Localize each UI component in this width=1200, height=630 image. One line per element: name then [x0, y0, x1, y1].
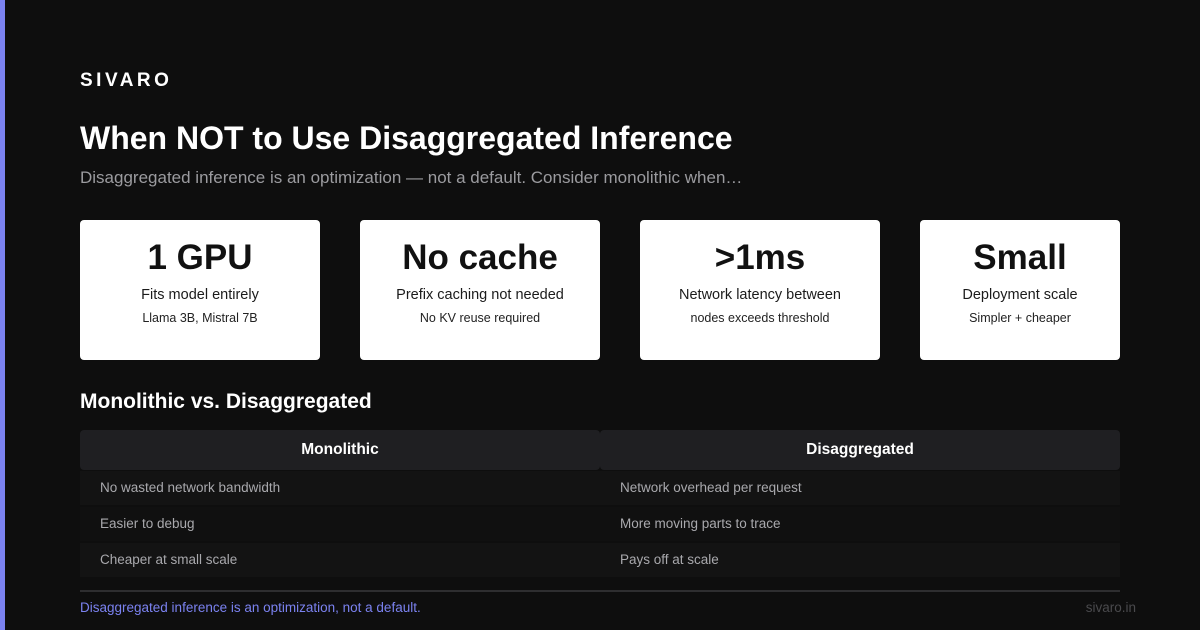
card-value: >1ms: [714, 238, 806, 277]
card-value: No cache: [402, 238, 558, 277]
table-cell: More moving parts to trace: [600, 507, 1120, 541]
table-cell: Easier to debug: [80, 507, 600, 541]
card-value: Small: [973, 238, 1067, 277]
card-note: Llama 3B, Mistral 7B: [142, 311, 258, 325]
card-value: 1 GPU: [147, 238, 253, 277]
footer-note: Disaggregated inference is an optimizati…: [80, 600, 421, 615]
criteria-card-gpu: 1 GPU Fits model entirely Llama 3B, Mist…: [80, 220, 320, 360]
card-note: Simpler + cheaper: [969, 311, 1071, 325]
card-label: Fits model entirely: [141, 287, 259, 303]
brand-logo: SIVARO: [80, 70, 173, 91]
accent-bar: [0, 0, 5, 630]
criteria-card-latency: >1ms Network latency between nodes excee…: [640, 220, 880, 360]
criteria-cards: 1 GPU Fits model entirely Llama 3B, Mist…: [80, 220, 1120, 360]
card-note: No KV reuse required: [419, 311, 541, 325]
card-label: Network latency between: [679, 287, 841, 303]
page-subtitle: Disaggregated inference is an optimizati…: [80, 168, 743, 187]
card-note: nodes exceeds threshold: [690, 311, 830, 325]
criteria-card-scale: Small Deployment scale Simpler + cheaper: [920, 220, 1120, 360]
table-cell: Network overhead per request: [600, 471, 1120, 505]
column-header-monolithic: Monolithic: [80, 430, 600, 470]
table-cell: Pays off at scale: [600, 543, 1120, 577]
table-cell: Cheaper at small scale: [80, 543, 600, 577]
card-label: Deployment scale: [962, 287, 1078, 303]
table-cell: No wasted network bandwidth: [80, 471, 600, 505]
criteria-card-cache: No cache Prefix caching not needed No KV…: [360, 220, 600, 360]
column-header-disaggregated: Disaggregated: [600, 430, 1120, 470]
footer-domain: sivaro.in: [1085, 600, 1136, 615]
card-label: Prefix caching not needed: [396, 287, 564, 303]
comparison-heading: Monolithic vs. Disaggregated: [80, 390, 372, 413]
footer-divider: [80, 590, 1120, 592]
page-title: When NOT to Use Disaggregated Inference: [80, 120, 733, 156]
slide: SIVARO When NOT to Use Disaggregated Inf…: [0, 0, 1200, 630]
